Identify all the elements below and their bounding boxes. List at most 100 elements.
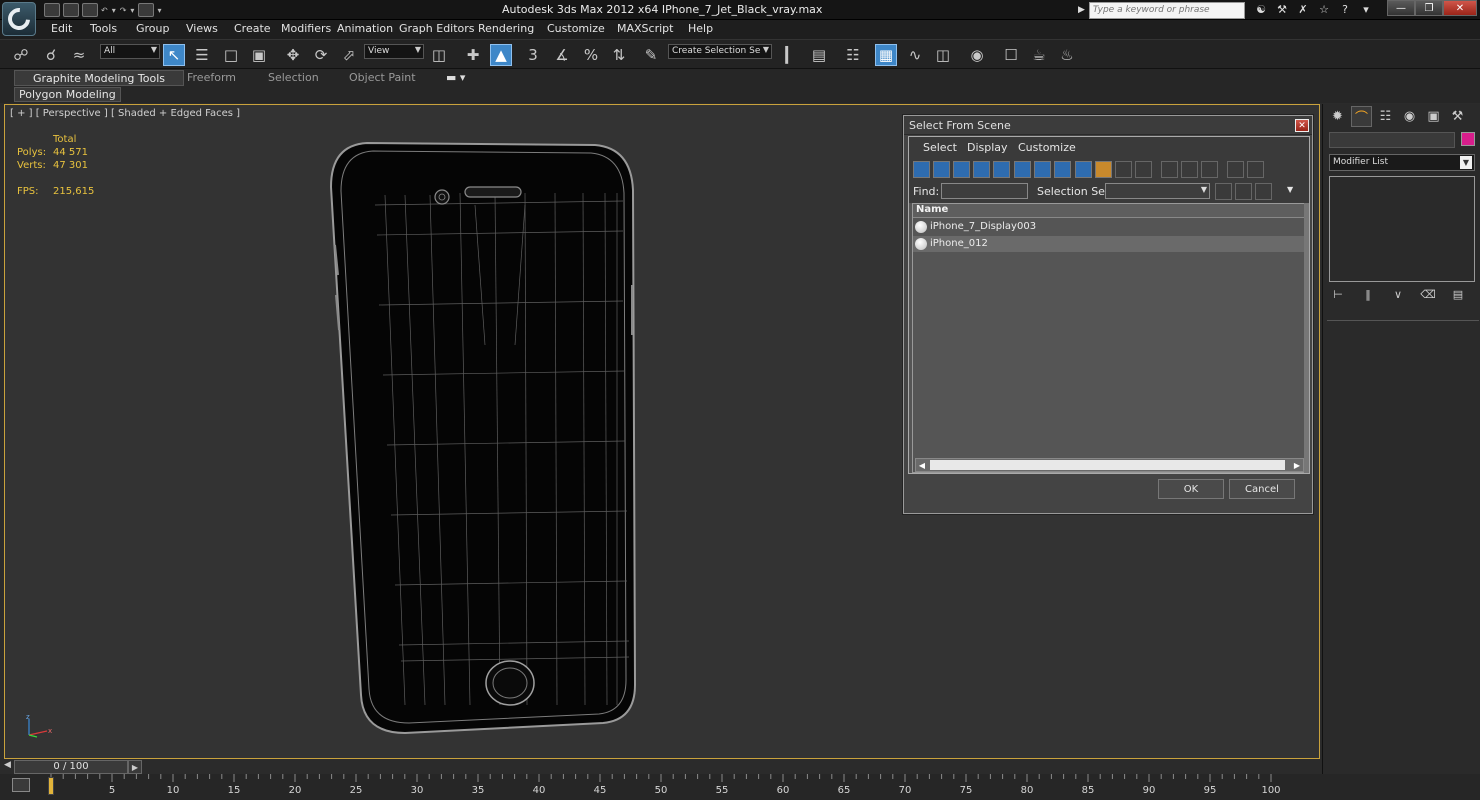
align-icon[interactable]: ▤: [808, 44, 830, 66]
display-groups-icon[interactable]: [1034, 161, 1051, 178]
display-lights-icon[interactable]: [953, 161, 970, 178]
keyboard-shortcut-override-icon[interactable]: ▲: [490, 44, 512, 66]
dialog-close-button[interactable]: ✕: [1295, 119, 1309, 132]
polygon-modeling-panel[interactable]: Polygon Modeling: [14, 87, 121, 102]
selection-filter-dropdown[interactable]: All ▼: [100, 44, 160, 59]
create-tab-icon[interactable]: ✹: [1327, 106, 1348, 127]
display-bones-icon[interactable]: [1075, 161, 1092, 178]
display-hidden-icon[interactable]: [1135, 161, 1152, 178]
object-name-field[interactable]: [1329, 132, 1455, 148]
material-editor-icon[interactable]: ◉: [966, 44, 988, 66]
favorites-star-icon[interactable]: ☆: [1315, 2, 1333, 17]
filter-icon[interactable]: [1227, 161, 1244, 178]
save-file-icon[interactable]: [82, 3, 98, 17]
project-folder-icon[interactable]: [138, 3, 155, 17]
menu-help[interactable]: Help: [688, 22, 713, 35]
show-end-result-icon[interactable]: ‖: [1359, 286, 1377, 302]
pin-stack-icon[interactable]: ⊢: [1329, 286, 1347, 302]
pivot-center-icon[interactable]: ◫: [428, 44, 450, 66]
menu-rendering[interactable]: Rendering: [478, 22, 534, 35]
ribbon-options-icon[interactable]: ▬ ▾: [446, 70, 465, 86]
window-crossing-icon[interactable]: ▣: [248, 44, 270, 66]
help-icon[interactable]: ?: [1336, 2, 1354, 17]
quick-access-dropdown-icon[interactable]: ▾: [157, 6, 161, 15]
name-column-header[interactable]: Name: [913, 204, 1306, 218]
modifier-stack[interactable]: [1329, 176, 1475, 282]
dialog-menu-select[interactable]: Select: [923, 141, 957, 154]
select-and-rotate-icon[interactable]: ⟳: [310, 44, 332, 66]
menu-animation[interactable]: Animation: [337, 22, 393, 35]
modifier-list-dropdown[interactable]: Modifier List ▼: [1329, 154, 1475, 171]
open-file-icon[interactable]: [63, 3, 79, 17]
tab-graphite-modeling-tools[interactable]: Graphite Modeling Tools: [14, 70, 185, 86]
make-unique-icon[interactable]: ∨: [1389, 286, 1407, 302]
communication-center-icon[interactable]: ✗: [1294, 2, 1312, 17]
curve-editor-icon[interactable]: ∿: [904, 44, 926, 66]
utilities-tab-icon[interactable]: ⚒: [1447, 106, 1468, 127]
track-bar[interactable]: 5 10 15 20 25 30 35 40 45 50 55 60 65 70 75 80 85 90 95 100: [0, 774, 1480, 800]
application-menu-button[interactable]: [2, 2, 36, 36]
select-by-name-icon[interactable]: ☰: [191, 44, 213, 66]
display-space-warps-icon[interactable]: [1014, 161, 1031, 178]
create-selection-set-icon[interactable]: [1215, 183, 1232, 200]
undo-dropdown-icon[interactable]: ▾: [112, 6, 116, 15]
vertical-scrollbar[interactable]: [1304, 203, 1309, 473]
reference-coord-dropdown[interactable]: View ▼: [364, 44, 424, 59]
viewport-label[interactable]: [ + ] [ Perspective ] [ Shaded + Edged F…: [10, 108, 240, 119]
tab-selection[interactable]: Selection: [268, 70, 319, 86]
schematic-view-icon[interactable]: ◫: [932, 44, 954, 66]
find-input[interactable]: [941, 183, 1028, 199]
horizontal-scrollbar[interactable]: ◀ ▶: [915, 458, 1304, 472]
minimize-button[interactable]: —: [1387, 0, 1415, 16]
scroll-right-icon[interactable]: ▶: [1291, 459, 1303, 471]
time-slider-prev-icon[interactable]: ◀: [4, 760, 14, 774]
edit-named-selection-icon[interactable]: ✎: [640, 44, 662, 66]
mirror-icon[interactable]: ▎: [780, 44, 802, 66]
graphite-toggle-icon[interactable]: ▦: [875, 44, 897, 66]
remove-modifier-icon[interactable]: ⌫: [1419, 286, 1437, 302]
list-item[interactable]: iPhone_012: [913, 236, 1306, 252]
tab-object-paint[interactable]: Object Paint: [349, 70, 416, 86]
tab-freeform[interactable]: Freeform: [187, 70, 236, 86]
display-helpers-icon[interactable]: [993, 161, 1010, 178]
object-color-swatch[interactable]: [1461, 132, 1475, 146]
dialog-title-bar[interactable]: Select From Scene ✕: [904, 116, 1312, 135]
time-slider-thumb[interactable]: 0 / 100: [14, 760, 128, 774]
percent-snap-icon[interactable]: %: [580, 44, 602, 66]
menu-edit[interactable]: Edit: [51, 22, 72, 35]
menu-views[interactable]: Views: [186, 22, 218, 35]
subscription-icon[interactable]: ⚒: [1273, 2, 1291, 17]
dialog-menu-display[interactable]: Display: [967, 141, 1008, 154]
display-cameras-icon[interactable]: [973, 161, 990, 178]
rendered-frame-window-icon[interactable]: ☕: [1028, 44, 1050, 66]
spinner-snap-icon[interactable]: ⇅: [608, 44, 630, 66]
display-shapes-icon[interactable]: [933, 161, 950, 178]
help-dropdown-icon[interactable]: ▾: [1357, 2, 1375, 17]
hierarchy-tab-icon[interactable]: ☷: [1375, 106, 1396, 127]
menu-group[interactable]: Group: [136, 22, 170, 35]
select-and-manipulate-icon[interactable]: ✚: [462, 44, 484, 66]
new-file-icon[interactable]: [44, 3, 60, 17]
angle-snap-icon[interactable]: ∡: [551, 44, 573, 66]
redo-dropdown-icon[interactable]: ▾: [130, 6, 134, 15]
search-expand-icon[interactable]: ▶: [1078, 5, 1085, 15]
menu-customize[interactable]: Customize: [547, 22, 605, 35]
menu-modifiers[interactable]: Modifiers: [281, 22, 331, 35]
undo-icon[interactable]: ↶: [101, 6, 108, 15]
bind-to-space-warp-icon[interactable]: ≈: [68, 44, 90, 66]
keyword-search-input[interactable]: [1088, 1, 1245, 19]
dialog-options-dropdown-icon[interactable]: ▼: [1287, 185, 1293, 194]
current-frame-marker[interactable]: [48, 777, 54, 795]
display-xrefs-icon[interactable]: [1054, 161, 1071, 178]
dialog-menu-customize[interactable]: Customize: [1018, 141, 1076, 154]
select-and-link-icon[interactable]: ☍: [10, 44, 32, 66]
add-to-selection-set-icon[interactable]: [1235, 183, 1252, 200]
layer-manager-icon[interactable]: ☷: [842, 44, 864, 66]
scroll-left-icon[interactable]: ◀: [916, 459, 928, 471]
select-and-scale-icon[interactable]: ⬀: [338, 44, 360, 66]
display-geometry-icon[interactable]: [913, 161, 930, 178]
cancel-button[interactable]: Cancel: [1229, 479, 1295, 499]
binoculars-icon[interactable]: ☯: [1252, 2, 1270, 17]
select-object-icon[interactable]: ↖: [163, 44, 185, 66]
select-and-move-icon[interactable]: ✥: [282, 44, 304, 66]
